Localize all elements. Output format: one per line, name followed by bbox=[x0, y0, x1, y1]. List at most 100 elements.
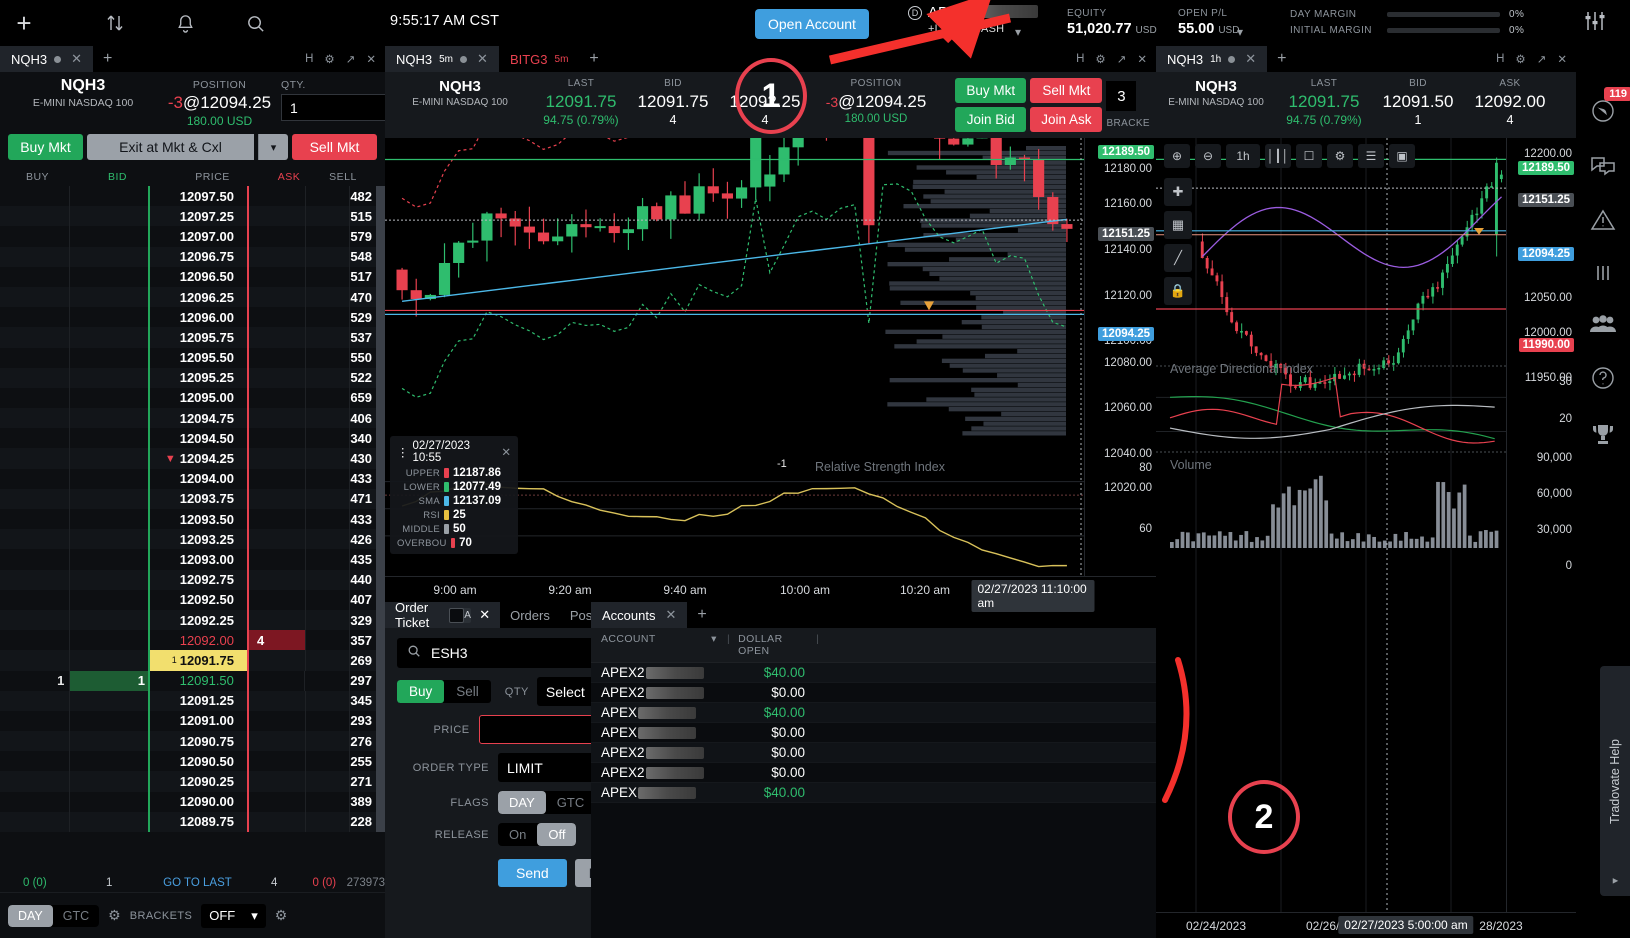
dom-sell-market-button[interactable]: Sell Mkt bbox=[292, 134, 377, 160]
table-row[interactable]: 12093.00435 bbox=[0, 549, 385, 569]
cell-ask[interactable] bbox=[249, 691, 306, 711]
cell-price[interactable]: 12095.00 bbox=[150, 388, 249, 408]
cell-bid[interactable] bbox=[70, 186, 150, 206]
cell-ask[interactable] bbox=[249, 529, 306, 549]
cell-price[interactable]: 12093.75 bbox=[150, 489, 249, 509]
tooltip-close-icon[interactable]: ✕ bbox=[501, 445, 511, 459]
tab-order-ticket[interactable]: Order Ticket A ✕ bbox=[385, 602, 500, 628]
add-right-tab-icon[interactable]: + bbox=[1267, 46, 1296, 72]
lock-icon[interactable]: 🔒 bbox=[1164, 277, 1192, 305]
popout-icon[interactable]: ↗ bbox=[346, 52, 356, 66]
cell-buy[interactable] bbox=[0, 408, 70, 428]
cell-bid[interactable] bbox=[70, 267, 150, 287]
cell-ask[interactable] bbox=[249, 650, 306, 670]
gear-icon[interactable]: ⚙ bbox=[1095, 52, 1105, 66]
center-join-ask-button[interactable]: Join Ask bbox=[1030, 107, 1102, 132]
table-row[interactable]: 12094.75406 bbox=[0, 408, 385, 428]
cell-ask[interactable] bbox=[249, 348, 306, 368]
table-row[interactable]: 1112091.50297 bbox=[0, 671, 385, 691]
right-chart-plot[interactable]: ⊕ ⊖ 1h │┃│ ☐ ⚙ ☰ ▣ ✚ ▦ ╱ 🔒 12200.0012189… bbox=[1156, 138, 1576, 912]
cell-ask[interactable] bbox=[249, 408, 306, 428]
tif-toggle[interactable]: DAY GTC bbox=[8, 905, 99, 927]
table-row[interactable]: 12093.25426 bbox=[0, 529, 385, 549]
table-row[interactable]: APEX2$40.00 bbox=[591, 663, 1156, 683]
cell-ask[interactable] bbox=[249, 771, 306, 791]
table-row[interactable]: 12097.00579 bbox=[0, 226, 385, 246]
cell-price[interactable]: 12091.50 bbox=[150, 671, 249, 691]
center-qty-value[interactable]: 3 bbox=[1106, 81, 1136, 111]
cell-ask[interactable] bbox=[249, 610, 306, 630]
indicator-tooltip[interactable]: ⋮ 02/27/2023 10:55 ✕ UPPER12187.86LOWER1… bbox=[390, 436, 518, 554]
help-icon[interactable] bbox=[1590, 365, 1616, 396]
cell-sell[interactable] bbox=[306, 247, 351, 267]
cell-ask[interactable] bbox=[249, 448, 306, 468]
cell-price[interactable]: 12096.00 bbox=[150, 307, 249, 327]
release-toggle[interactable]: On Off bbox=[498, 823, 576, 846]
release-on[interactable]: On bbox=[498, 823, 537, 846]
cell-ask[interactable] bbox=[249, 509, 306, 529]
close-icon[interactable]: ✕ bbox=[477, 51, 488, 67]
add-icon[interactable]: + bbox=[0, 0, 48, 46]
cell-bid[interactable] bbox=[70, 226, 150, 246]
settings-sliders-icon[interactable] bbox=[1582, 8, 1608, 39]
cell-ask[interactable] bbox=[249, 247, 306, 267]
cell-ask[interactable] bbox=[249, 307, 306, 327]
cell-sell[interactable] bbox=[306, 206, 351, 226]
cell-ask[interactable] bbox=[249, 489, 306, 509]
snapshot-icon[interactable]: ▣ bbox=[1389, 144, 1415, 168]
panel-h-icon[interactable]: H bbox=[305, 53, 313, 65]
cell-buy[interactable] bbox=[0, 691, 70, 711]
cell-price[interactable]: 12096.75 bbox=[150, 247, 249, 267]
cell-sell[interactable] bbox=[306, 792, 351, 812]
table-row[interactable]: 12096.75548 bbox=[0, 247, 385, 267]
cell-price[interactable]: 12093.50 bbox=[150, 509, 249, 529]
cell-ask[interactable]: 4 bbox=[249, 630, 306, 650]
close-icon[interactable]: ✕ bbox=[479, 607, 490, 623]
table-row[interactable]: 12091.00293 bbox=[0, 711, 385, 731]
cell-sell[interactable] bbox=[306, 590, 351, 610]
cell-buy[interactable]: 1 bbox=[0, 671, 70, 691]
dom-buy-market-button[interactable]: Buy Mkt bbox=[8, 134, 83, 160]
cell-ask[interactable] bbox=[249, 327, 306, 347]
panel-h-icon[interactable]: H bbox=[1496, 53, 1504, 65]
cell-bid[interactable] bbox=[70, 711, 150, 731]
cell-sell[interactable] bbox=[306, 711, 351, 731]
cell-buy[interactable] bbox=[0, 570, 70, 590]
table-row[interactable]: 12092.75440 bbox=[0, 570, 385, 590]
cell-buy[interactable] bbox=[0, 267, 70, 287]
cell-bid[interactable] bbox=[70, 771, 150, 791]
timeframe-button[interactable]: 1h bbox=[1226, 144, 1260, 168]
cell-price[interactable]: 12092.50 bbox=[150, 590, 249, 610]
cell-bid[interactable] bbox=[70, 206, 150, 226]
tab-bitg3-5m[interactable]: BITG3 5m bbox=[499, 46, 579, 72]
add-accounts-tab-icon[interactable]: + bbox=[687, 602, 716, 628]
cell-bid[interactable] bbox=[70, 590, 150, 610]
cell-buy[interactable] bbox=[0, 489, 70, 509]
cell-ask[interactable] bbox=[249, 428, 306, 448]
cell-price[interactable]: 12090.00 bbox=[150, 792, 249, 812]
cell-sell[interactable] bbox=[306, 428, 351, 448]
cell-ask[interactable] bbox=[249, 812, 306, 832]
cell-sell[interactable] bbox=[306, 691, 351, 711]
table-row[interactable]: 12089.75228 bbox=[0, 812, 385, 832]
cell-buy[interactable] bbox=[0, 388, 70, 408]
cell-ask[interactable] bbox=[249, 711, 306, 731]
brackets-gear-icon[interactable]: ⚙ bbox=[275, 907, 288, 924]
cell-bid[interactable] bbox=[70, 348, 150, 368]
table-row[interactable]: 12090.25271 bbox=[0, 771, 385, 791]
cell-bid[interactable] bbox=[70, 489, 150, 509]
cell-price[interactable]: 12091.00 bbox=[150, 711, 249, 731]
cell-buy[interactable] bbox=[0, 509, 70, 529]
note-icon[interactable]: ▦ bbox=[1164, 211, 1192, 239]
cell-price[interactable]: 12097.00 bbox=[150, 226, 249, 246]
cell-bid[interactable] bbox=[70, 731, 150, 751]
cell-buy[interactable] bbox=[0, 731, 70, 751]
cell-price[interactable]: 12093.00 bbox=[150, 549, 249, 569]
table-row[interactable]: APEX$40.00 bbox=[591, 783, 1156, 803]
chevron-down-icon[interactable]: ▾ bbox=[1015, 25, 1021, 39]
cell-buy[interactable] bbox=[0, 590, 70, 610]
sort-desc-icon[interactable]: ▾ bbox=[701, 633, 727, 657]
community-icon[interactable] bbox=[1589, 314, 1617, 339]
cell-bid[interactable] bbox=[70, 368, 150, 388]
dom-exit-button[interactable]: Exit at Mkt & Cxl bbox=[87, 134, 254, 160]
